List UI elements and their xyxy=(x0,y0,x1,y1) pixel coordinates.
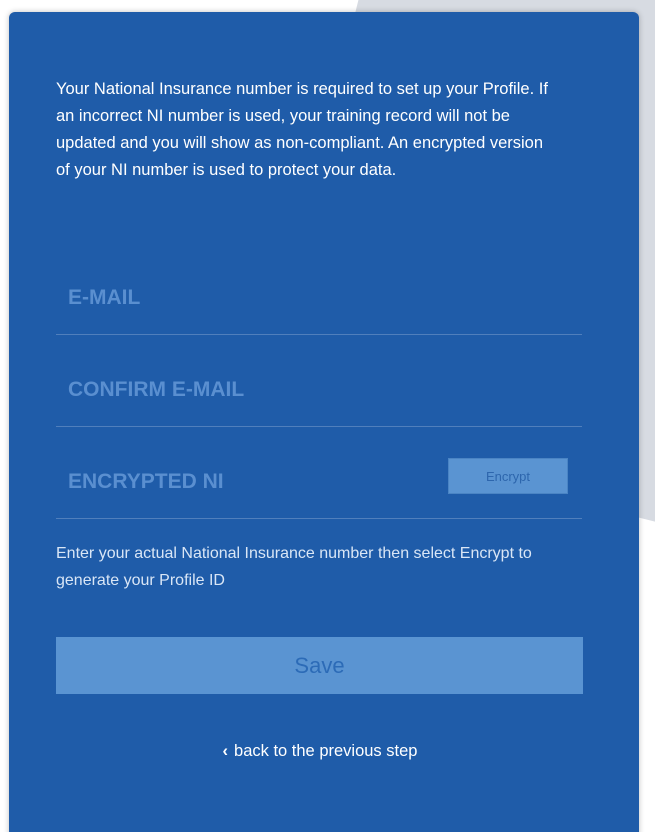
email-field[interactable] xyxy=(56,278,448,318)
back-link-label: back to the previous step xyxy=(234,742,418,760)
encrypted-ni-field-row: Encrypt xyxy=(56,446,582,519)
email-field-row xyxy=(56,262,582,335)
encrypted-ni-field[interactable] xyxy=(56,462,448,502)
encrypt-button[interactable]: Encrypt xyxy=(448,458,568,494)
screen: Your National Insurance number is requir… xyxy=(0,0,655,832)
ni-intro-text: Your National Insurance number is requir… xyxy=(56,80,548,179)
confirm-email-field[interactable] xyxy=(56,370,448,410)
confirm-email-field-row xyxy=(56,354,582,427)
encrypt-hint-text: Enter your actual National Insurance num… xyxy=(56,545,532,589)
back-link[interactable]: ‹ back to the previous step xyxy=(0,742,640,761)
chevron-left-icon: ‹ xyxy=(222,742,229,760)
save-button[interactable]: Save xyxy=(56,637,583,694)
